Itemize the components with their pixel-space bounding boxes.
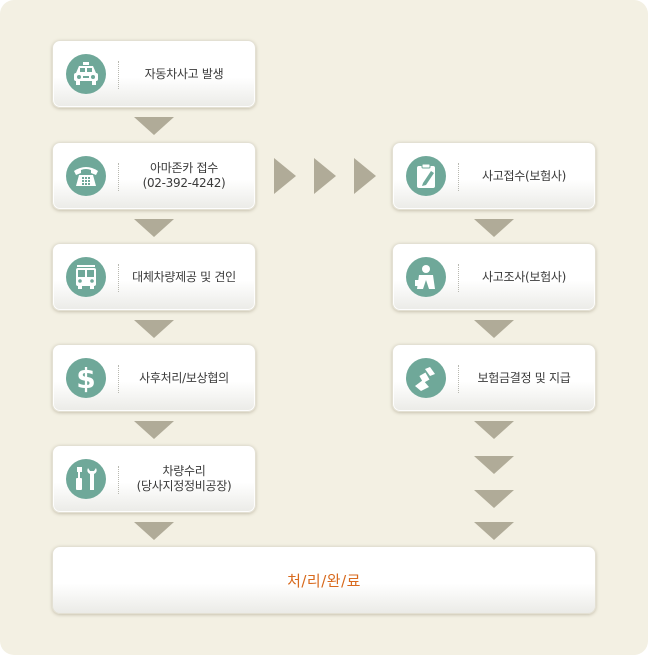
down-arrow-icon <box>474 456 514 474</box>
down-arrow-icon <box>134 219 174 237</box>
right-arrow-icon <box>274 158 296 194</box>
step-label: 보험금결정 및 지급 <box>477 370 571 385</box>
step-insurer-investigation: 사고조사(보험사) <box>392 243 596 311</box>
dollar-icon: $ <box>66 358 106 398</box>
step-replacement-vehicle-towing: 대체차량제공 및 견인 <box>52 243 256 311</box>
step-sublabel: (당사지정정비공장) <box>136 479 232 493</box>
step-post-processing-compensation: $ 사후처리/보상협의 <box>52 344 256 412</box>
down-arrow-icon <box>474 522 514 540</box>
step-accident-occurrence: 자동차사고 발생 <box>52 40 256 108</box>
step-label: 사고접수(보험사) <box>482 168 566 183</box>
svg-text:$: $ <box>76 363 95 393</box>
process-complete-box: 처/리/완/료 <box>52 546 596 614</box>
taxi-icon <box>66 54 106 94</box>
step-label: 사후처리/보상협의 <box>139 370 229 385</box>
right-arrow-icon <box>314 158 336 194</box>
telephone-icon <box>66 156 106 196</box>
clipboard-icon <box>406 156 446 196</box>
process-flow-diagram: 자동차사고 발생 아마존카 접수 (02-392-4242) 대체차량제공 및 … <box>0 0 648 655</box>
step-insurer-reception: 사고접수(보험사) <box>392 142 596 210</box>
stamp-icon <box>406 358 446 398</box>
step-label: 자동차사고 발생 <box>144 66 224 81</box>
tools-icon <box>66 459 106 499</box>
step-label: 아마존카 접수 <box>150 161 218 175</box>
bus-icon <box>66 257 106 297</box>
down-arrow-icon <box>134 320 174 338</box>
down-arrow-icon <box>134 421 174 439</box>
down-arrow-icon <box>474 490 514 508</box>
step-label: 대체차량제공 및 견인 <box>132 269 236 284</box>
step-label: 차량수리 <box>162 464 206 478</box>
down-arrow-icon <box>134 522 174 540</box>
step-label: 사고조사(보험사) <box>482 269 566 284</box>
investigator-icon <box>406 257 446 297</box>
right-arrow-icon <box>354 158 376 194</box>
step-vehicle-repair: 차량수리 (당사지정정비공장) <box>52 445 256 513</box>
step-insurance-payment: 보험금결정 및 지급 <box>392 344 596 412</box>
down-arrow-icon <box>474 421 514 439</box>
down-arrow-icon <box>474 320 514 338</box>
down-arrow-icon <box>474 219 514 237</box>
phone-number: (02-392-4242) <box>142 176 226 190</box>
process-complete-label: 처/리/완/료 <box>287 571 361 590</box>
step-amazoncar-reception: 아마존카 접수 (02-392-4242) <box>52 142 256 210</box>
down-arrow-icon <box>134 117 174 135</box>
